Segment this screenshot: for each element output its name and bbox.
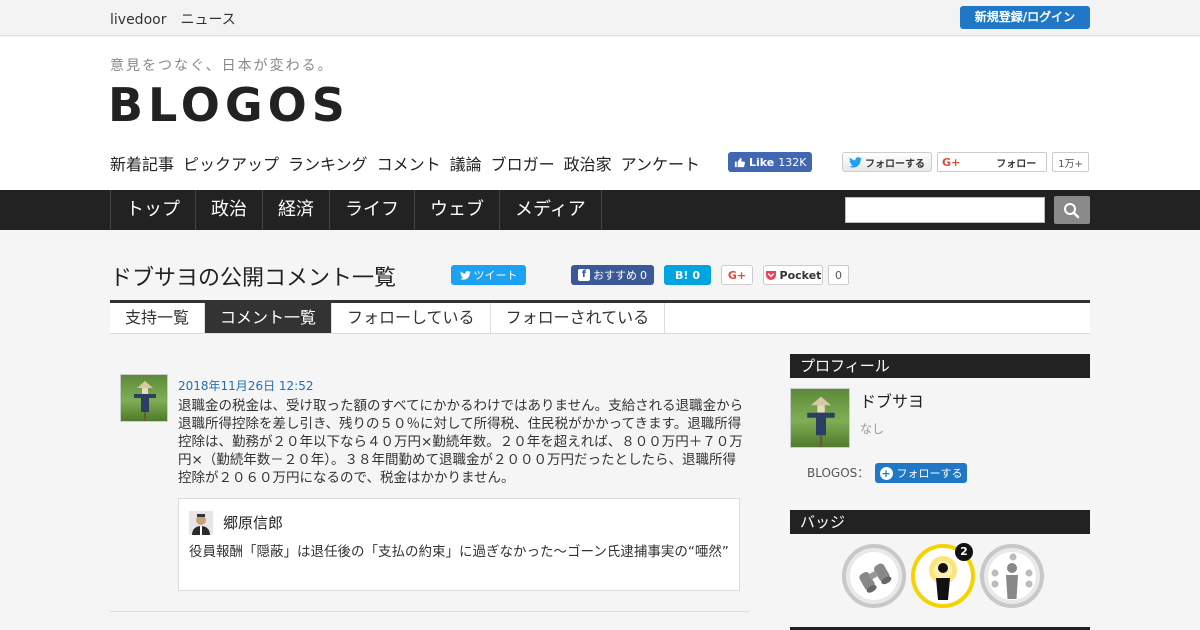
global-nav: 新着記事 ピックアップ ランキング コメント 議論 ブロガー 政治家 アンケート: [110, 151, 700, 175]
blogos-logo[interactable]: BLOGOS: [108, 77, 350, 133]
binoculars-badge-icon[interactable]: [842, 544, 906, 608]
nav-pickup[interactable]: ピックアップ: [183, 151, 279, 175]
nav-new-articles[interactable]: 新着記事: [110, 151, 174, 175]
tab-comments[interactable]: コメント一覧: [205, 303, 333, 333]
commenter-avatar[interactable]: [120, 374, 168, 422]
follow-label: フォローする: [896, 467, 963, 480]
cat-economy[interactable]: 経済: [263, 190, 330, 230]
hatena-bookmark-button[interactable]: B! 0: [664, 265, 711, 285]
tweet-label: ツイート: [473, 269, 518, 282]
social-badge-icon[interactable]: [980, 544, 1044, 608]
twitter-follow-button[interactable]: フォローする: [842, 152, 932, 172]
blogos-follow-label: BLOGOS：: [807, 466, 870, 480]
tab-following[interactable]: フォローしている: [332, 303, 491, 333]
pocket-count: 0: [828, 265, 849, 285]
scarecrow-avatar-image: [807, 396, 835, 447]
livedoor-news-link[interactable]: livedoor ニュース: [110, 9, 236, 29]
like-label: Like: [749, 155, 775, 169]
comment-body: 退職金の税金は、受け取った額のすべてにかかるわけではありません。支給される退職金…: [178, 398, 744, 486]
twitter-follow-label: フォローする: [865, 158, 925, 170]
tweet-button[interactable]: ツイート: [451, 265, 526, 285]
follow-button[interactable]: + フォローする: [875, 463, 967, 483]
like-count: 132K: [778, 155, 807, 169]
register-login-button[interactable]: 新規登録/ログイン: [960, 6, 1090, 29]
googleplus-follow-label: フォロー: [996, 158, 1037, 170]
site-tagline: 意見をつなぐ、日本が変わる。: [110, 58, 334, 74]
facebook-icon: f: [578, 269, 590, 281]
article-author-avatar: [189, 511, 213, 535]
thumbs-up-icon: [734, 157, 745, 167]
cat-web[interactable]: ウェブ: [415, 190, 500, 230]
profile-avatar: [790, 388, 850, 448]
cat-top[interactable]: トップ: [111, 190, 196, 230]
article-author-name[interactable]: 郷原信郎: [223, 512, 283, 533]
comment-divider: [110, 611, 750, 612]
pocket-button[interactable]: Pocket: [763, 265, 823, 285]
pocket-label: Pocket: [779, 268, 822, 282]
search-icon: [1064, 203, 1080, 219]
pocket-icon: [765, 270, 776, 280]
social-share-icon: [980, 544, 1044, 608]
profile-affiliation: なし: [860, 422, 885, 436]
googleplus-share-button[interactable]: G+: [721, 265, 753, 285]
tab-followers[interactable]: フォローされている: [490, 303, 666, 333]
cat-life[interactable]: ライフ: [330, 190, 415, 230]
comment-date[interactable]: 2018年11月26日 12:52: [178, 377, 313, 394]
nav-bloggers[interactable]: ブロガー: [491, 151, 555, 175]
person-avatar-image: [189, 511, 213, 535]
tab-supports[interactable]: 支持一覧: [110, 303, 206, 333]
article-title[interactable]: 役員報酬「隠蔽」は退任後の「支払の約束」に過ぎなかった～ゴーン氏逮捕事実の“唖然…: [189, 543, 729, 562]
search-button[interactable]: [1054, 196, 1090, 224]
facebook-share-count: 0: [640, 268, 647, 282]
quoted-article[interactable]: 郷原信郎 役員報酬「隠蔽」は退任後の「支払の約束」に過ぎなかった～ゴーン氏逮捕事…: [178, 498, 740, 591]
nav-debate[interactable]: 議論: [450, 151, 482, 175]
badge-count: 2: [955, 543, 973, 561]
profile-name: ドブサヨ: [860, 392, 925, 411]
nav-politicians[interactable]: 政治家: [564, 151, 612, 175]
scarecrow-avatar-image: [134, 381, 156, 421]
topbar: livedoor ニュース 新規登録/ログイン: [0, 0, 1200, 36]
category-nav: トップ 政治 経済 ライフ ウェブ メディア: [0, 190, 1200, 230]
search-input[interactable]: [845, 197, 1045, 223]
binoculars-icon: [842, 544, 906, 608]
nav-ranking[interactable]: ランキング: [288, 151, 368, 175]
hatena-icon: B!: [674, 268, 689, 282]
twitter-bird-icon: [459, 270, 471, 280]
cat-politics[interactable]: 政治: [196, 190, 263, 230]
facebook-share-button[interactable]: f おすすめ 0: [571, 265, 654, 285]
hatena-count: 0: [692, 268, 701, 282]
profile-header: プロフィール: [790, 354, 1090, 378]
page-title: ドブサヨの公開コメント一覧: [110, 266, 397, 291]
badges-header: バッジ: [790, 510, 1090, 534]
nav-comments[interactable]: コメント: [377, 151, 441, 175]
googleplus-icon: G+: [942, 155, 961, 169]
nav-survey[interactable]: アンケート: [621, 151, 700, 175]
profile-tabs: 支持一覧 コメント一覧 フォローしている フォローされている: [110, 300, 1090, 334]
twitter-bird-icon: [849, 156, 862, 168]
cat-media[interactable]: メディア: [500, 190, 602, 230]
facebook-share-label: おすすめ: [593, 269, 637, 282]
site-header: 意見をつなぐ、日本が変わる。 BLOGOS 新着記事 ピックアップ ランキング …: [0, 37, 1200, 190]
googleplus-follow-button[interactable]: G+ フォロー: [937, 152, 1047, 172]
googleplus-follow-count: 1万+: [1052, 152, 1089, 172]
plus-icon: +: [879, 466, 893, 480]
facebook-like-button[interactable]: Like 132K: [728, 152, 813, 172]
